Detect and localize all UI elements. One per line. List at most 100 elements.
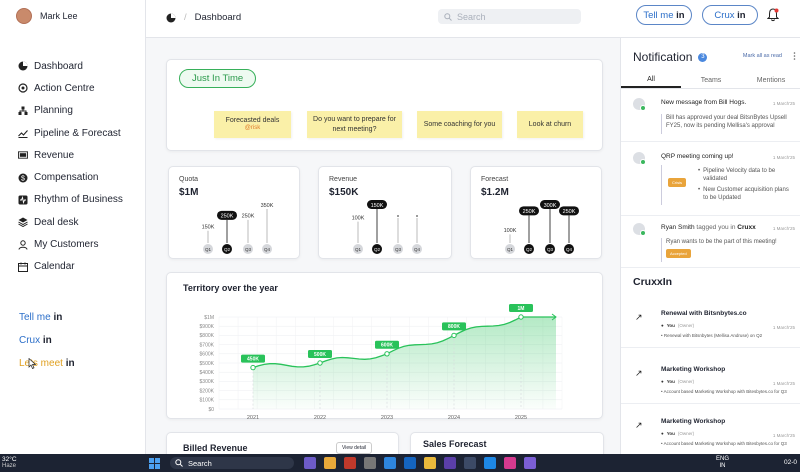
cruxxin-time: 1 March'25	[772, 381, 795, 386]
quota-card: Quota $1M 150K Q1 250K Q2 250K Q3 350K Q4	[168, 166, 300, 259]
sidebar-nav: Dashboard Action Centre Planning Pipelin…	[18, 55, 123, 278]
jit-note[interactable]: Look at churn	[517, 111, 583, 138]
crux-button[interactable]: Crux in	[702, 5, 758, 25]
bell-icon[interactable]	[767, 8, 779, 22]
app-icon[interactable]	[344, 457, 356, 469]
data-point[interactable]	[518, 314, 524, 320]
avatar	[633, 98, 646, 111]
mark-all-read-link[interactable]: Mark all as read	[743, 53, 782, 59]
sidebar-item-action-centre[interactable]: Action Centre	[18, 77, 123, 99]
tell-me-link[interactable]: Tell me in	[19, 306, 75, 329]
forecast-card: Forecast $1.2M 100K Q1 250K Q2 300K Q3 250K Q4	[470, 166, 602, 259]
sidebar-item-deal-desk[interactable]: Deal desk	[18, 211, 123, 233]
sidebar-item-label: Calendar	[34, 261, 75, 273]
cruxxin-desc: • Renewal with Bitsnbytes (Mellisa Andru…	[661, 333, 763, 338]
search-input[interactable]: Search	[438, 9, 581, 24]
notification-item[interactable]: Ryan Smith tagged you in Cruxx 1 March'2…	[621, 218, 800, 268]
y-tick-label: $200K	[200, 388, 215, 394]
sidebar-item-compensation[interactable]: $ Compensation	[18, 166, 123, 188]
y-tick-label: $100K	[200, 398, 215, 404]
user-profile[interactable]: Mark Lee	[16, 8, 78, 24]
cursor-icon	[28, 358, 36, 369]
cruxxin-item[interactable]: ↗ Renewal with Bitsnbytes.co ● You (Owner)…	[621, 300, 800, 348]
y-tick-label: $800K	[200, 333, 215, 339]
cruxxin-desc-text: Renewal with Bitsnbytes (Mellisa Andruse…	[663, 333, 763, 338]
sidebar-item-label: Pipeline & Forecast	[34, 127, 121, 139]
bullet-text: Pipeline Velocity data to be validated	[703, 168, 776, 183]
crux-link[interactable]: Crux in	[19, 329, 75, 352]
empty-marker	[416, 215, 418, 217]
sidebar-item-calendar[interactable]: Calendar	[18, 256, 123, 278]
app-icon[interactable]	[524, 457, 536, 469]
data-label: 450K	[247, 356, 259, 362]
notification-body-text: Ryan wants to be the part of this meetin…	[666, 239, 777, 245]
tab-teams[interactable]: Teams	[681, 72, 741, 88]
quarter-label: Q1	[355, 247, 362, 252]
jit-note[interactable]: Some coaching for you	[417, 111, 502, 138]
clock[interactable]: 02-0	[784, 459, 797, 466]
jit-note-text: Do you want to prepare for next meeting?	[313, 116, 396, 133]
app-icon[interactable]	[464, 457, 476, 469]
link-suffix: in	[42, 335, 52, 346]
sidebar-item-dashboard[interactable]: Dashboard	[18, 55, 123, 77]
cruxxin-item[interactable]: ↗ Marketing Workshop ● You (Owner) 1 March…	[621, 408, 800, 454]
weather-widget[interactable]: 32°C Haze	[0, 456, 40, 469]
avatar[interactable]	[16, 8, 32, 24]
person-icon: ●	[661, 431, 664, 436]
cruxxin-owner: ● You (Owner)	[661, 431, 694, 436]
app-icon[interactable]	[304, 457, 316, 469]
x-tick-label: 2021	[247, 415, 259, 420]
avatar	[633, 152, 646, 165]
notification-item[interactable]: New message from Bill Hogs. 1 March'25 B…	[621, 90, 800, 142]
app-icon[interactable]	[404, 457, 416, 469]
data-point[interactable]	[451, 332, 457, 339]
data-label: 500K	[314, 352, 326, 358]
y-tick-label: $1M	[204, 315, 214, 321]
jit-note[interactable]: Forecasted deals @risk	[214, 111, 291, 138]
cruxxin-item[interactable]: ↗ Marketing Workshop ● You (Owner) 1 March…	[621, 356, 800, 404]
sidebar-item-planning[interactable]: Planning	[18, 100, 123, 122]
app-icon[interactable]	[504, 457, 516, 469]
tab-mentions[interactable]: Mentions	[741, 72, 800, 88]
breadcrumb-current[interactable]: Dashboard	[195, 12, 241, 23]
app-icon[interactable]	[384, 457, 396, 469]
tab-all[interactable]: All	[621, 72, 681, 88]
data-point[interactable]	[384, 351, 390, 357]
value-label: 250K	[563, 209, 576, 215]
sidebar-item-revenue[interactable]: Revenue	[18, 144, 123, 166]
sidebar-item-pipeline[interactable]: Pipeline & Forecast	[18, 122, 123, 144]
view-detail-button[interactable]: View detail	[336, 442, 373, 454]
notification-item[interactable]: QRP meeting coming up! 1 March'25 Crisis…	[621, 144, 800, 216]
language-indicator[interactable]: ENG IN	[716, 456, 729, 469]
y-tick-label: $300K	[200, 379, 215, 385]
app-icon[interactable]	[364, 457, 376, 469]
empty-marker	[397, 215, 399, 217]
sidebar-item-label: Compensation	[34, 172, 99, 184]
sidebar-item-rhythm[interactable]: Rhythm of Business	[18, 189, 123, 211]
app-icon[interactable]	[444, 457, 456, 469]
pie-icon	[18, 61, 28, 71]
y-tick-label: $700K	[200, 342, 215, 348]
data-point[interactable]	[317, 360, 323, 366]
app-icon[interactable]	[324, 457, 336, 469]
tell-me-button[interactable]: Tell me in	[636, 5, 692, 25]
top-bar: / Dashboard Search Tell me in Crux in	[146, 0, 800, 38]
notification-title: Notification	[633, 50, 693, 64]
jit-note-text: Look at churn	[528, 120, 572, 128]
app-icon[interactable]	[424, 457, 436, 469]
app-icon[interactable]	[484, 457, 496, 469]
sidebar-item-label: Rhythm of Business	[34, 194, 123, 206]
taskbar-search[interactable]: Search	[170, 457, 294, 469]
y-tick-label: $900K	[200, 324, 215, 330]
breadcrumb-separator: /	[184, 12, 187, 23]
windows-start-icon[interactable]	[149, 458, 160, 469]
jit-note[interactable]: Do you want to prepare for next meeting?	[307, 111, 402, 138]
svg-text:$: $	[21, 175, 25, 182]
cruxxin-owner: ● You (Owner)	[661, 323, 694, 328]
sidebar-item-label: My Customers	[34, 239, 99, 251]
data-point[interactable]	[250, 364, 256, 371]
more-icon[interactable]	[793, 52, 796, 60]
value-label: 250K	[523, 209, 536, 215]
sidebar-item-customers[interactable]: My Customers	[18, 233, 123, 255]
notification-badge: Accepted	[666, 249, 691, 259]
